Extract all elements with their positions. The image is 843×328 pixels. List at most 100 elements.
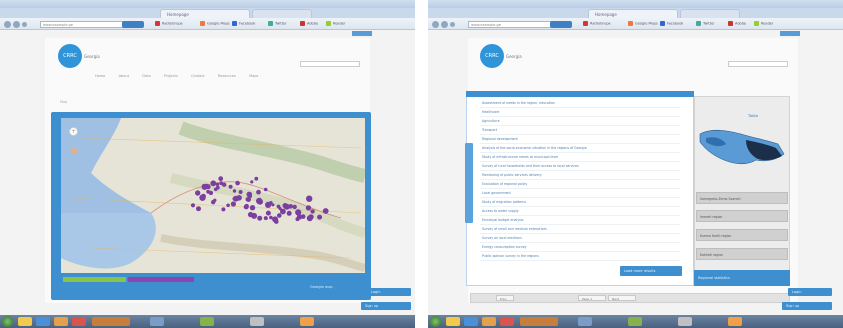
app-icon[interactable] [200, 317, 214, 326]
map-view[interactable]: + [61, 118, 365, 273]
map-marker[interactable] [306, 195, 313, 202]
menu-item[interactable]: Contact [191, 74, 205, 78]
bookmark-item[interactable]: Twitter [696, 21, 715, 27]
browser-tab[interactable]: Homepage [588, 9, 678, 18]
map-marker[interactable] [247, 211, 254, 218]
map-marker[interactable] [256, 189, 261, 195]
menu-item[interactable]: Maps [249, 74, 258, 78]
windows-start-icon[interactable] [2, 316, 13, 327]
region-button[interactable]: Imereti region [696, 210, 788, 222]
map-marker[interactable] [208, 190, 214, 196]
map-marker[interactable] [317, 214, 323, 220]
bookmark-item[interactable]: Google Maps [200, 21, 230, 27]
map-marker[interactable] [274, 219, 279, 224]
media-icon[interactable] [500, 317, 514, 326]
list-item[interactable]: Municipal budget analysis [482, 218, 602, 222]
app-icon[interactable] [300, 317, 314, 326]
zoom-in-icon[interactable]: + [69, 127, 78, 136]
list-item[interactable]: Evaluation of regional policy [482, 182, 672, 186]
pan-icon[interactable] [71, 148, 77, 154]
refresh-icon[interactable] [22, 22, 27, 27]
back-icon[interactable] [4, 21, 11, 28]
forward-icon[interactable] [13, 21, 20, 28]
login-button[interactable]: Login [367, 288, 411, 296]
map-marker[interactable] [282, 203, 288, 209]
app-icon[interactable] [150, 317, 164, 326]
map-marker[interactable] [296, 214, 303, 220]
folder-icon[interactable] [54, 317, 68, 326]
map-marker[interactable] [190, 203, 196, 208]
list-item[interactable]: Study of infrastructure needs at municip… [482, 155, 672, 159]
browser-tab[interactable]: Homepage [160, 9, 250, 18]
bookmark-item[interactable]: Reader [754, 21, 773, 27]
list-item[interactable]: Survey of rural households and their acc… [482, 164, 602, 168]
list-item[interactable]: Local government [482, 191, 602, 195]
app-icon[interactable] [250, 317, 264, 326]
map-marker[interactable] [210, 180, 217, 187]
map-marker[interactable] [269, 215, 273, 220]
refresh-icon[interactable] [450, 22, 455, 27]
ie-icon[interactable] [36, 317, 50, 326]
bookmark-item[interactable]: Twitter [268, 21, 287, 27]
region-button[interactable]: Kakheti region [696, 248, 788, 260]
bookmark-item[interactable]: Reader [326, 21, 345, 27]
site-logo[interactable]: CRRC [480, 44, 504, 68]
bookmark-item[interactable]: Facebook [660, 21, 683, 27]
prev-button[interactable]: Prev [496, 295, 514, 301]
list-item[interactable]: Survey of small and medium enterprises [482, 227, 642, 231]
list-item[interactable]: Study of migration patterns [482, 200, 642, 204]
map-marker[interactable] [249, 205, 256, 211]
list-item[interactable]: Assessment of needs in the region, educa… [482, 101, 672, 105]
region-button[interactable]: Kvemo Kartli region [696, 229, 788, 241]
map-marker[interactable] [263, 187, 268, 192]
map-marker[interactable] [215, 182, 220, 187]
list-item[interactable]: Public opinion survey in the regions [482, 254, 642, 258]
map-marker[interactable] [196, 206, 201, 212]
windows-start-icon[interactable] [430, 316, 441, 327]
map-marker[interactable] [276, 204, 281, 209]
map-marker[interactable] [306, 215, 313, 222]
signup-button[interactable]: Sign up [782, 302, 832, 310]
map-marker[interactable] [221, 207, 226, 212]
map-marker[interactable] [232, 189, 237, 193]
map-marker[interactable] [265, 210, 271, 216]
bookmark-item[interactable]: Google Maps [628, 21, 658, 27]
map-marker[interactable] [211, 200, 216, 205]
site-logo[interactable]: CRRC [58, 44, 82, 68]
map-marker[interactable] [218, 176, 224, 182]
results-side-tab[interactable] [465, 143, 473, 223]
bookmark-item[interactable]: Facebook [232, 21, 255, 27]
ie-icon[interactable] [464, 317, 478, 326]
login-button[interactable]: Login [788, 288, 832, 296]
map-marker[interactable] [292, 204, 297, 210]
map-marker[interactable] [226, 203, 230, 208]
map-marker[interactable] [277, 213, 282, 218]
map-marker[interactable] [257, 215, 263, 221]
map-marker[interactable] [228, 184, 233, 189]
map-marker[interactable] [222, 182, 227, 187]
menu-item[interactable]: Home [95, 74, 105, 78]
search-button[interactable] [550, 21, 572, 28]
explorer-icon[interactable] [446, 317, 460, 326]
list-item[interactable]: Transport [482, 128, 672, 132]
list-item[interactable]: Energy consumption survey [482, 245, 602, 249]
map-marker[interactable] [238, 190, 243, 194]
map-marker[interactable] [243, 204, 249, 210]
next-button[interactable]: Next [608, 295, 636, 301]
breadcrumb[interactable]: Map [60, 100, 67, 104]
map-marker[interactable] [286, 210, 292, 216]
map-marker[interactable] [232, 196, 237, 201]
map-marker[interactable] [250, 180, 254, 184]
browser-tab-inactive[interactable] [680, 9, 740, 18]
menu-item[interactable]: About [119, 74, 129, 78]
folder-icon[interactable] [482, 317, 496, 326]
app-icon[interactable] [678, 317, 692, 326]
list-item[interactable]: Access to water supply [482, 209, 672, 213]
app-icon[interactable] [578, 317, 592, 326]
map-marker[interactable] [195, 190, 201, 196]
signup-button[interactable]: Sign up [361, 302, 411, 310]
explorer-icon[interactable] [18, 317, 32, 326]
app-icon[interactable] [728, 317, 742, 326]
list-item[interactable]: Agriculture [482, 119, 642, 123]
menu-item[interactable]: Projects [164, 74, 178, 78]
